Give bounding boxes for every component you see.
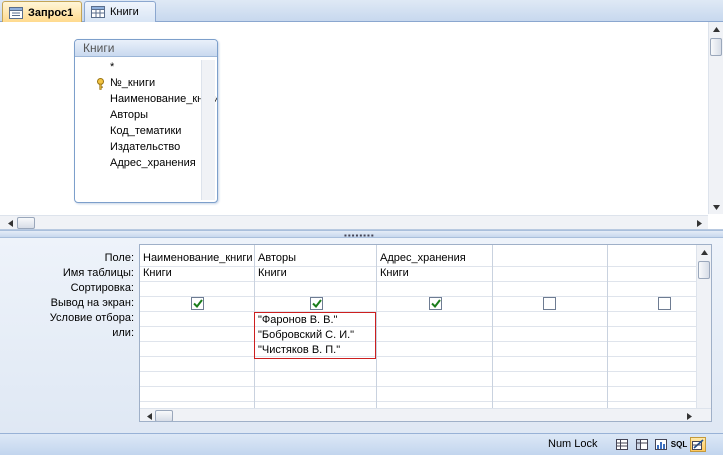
- checkmark-icon: [192, 299, 203, 308]
- show-checkbox[interactable]: [658, 297, 671, 310]
- primary-key-icon: [96, 78, 105, 93]
- query-grid-area: Поле: Имя таблицы: Сортировка: Вывод на …: [0, 238, 723, 433]
- grid-cell-field[interactable]: Авторы: [258, 251, 296, 266]
- scrollbar-thumb[interactable]: [17, 217, 35, 229]
- field-list-item-all[interactable]: *: [110, 59, 114, 75]
- design-view-icon: [692, 439, 704, 450]
- datasheet-view-icon: [616, 439, 628, 450]
- row-label-criteria: Условие отбора:: [49, 312, 134, 324]
- scrollbar-thumb[interactable]: [155, 410, 173, 421]
- grid-column-4[interactable]: [493, 245, 608, 408]
- pivot-chart-view-icon: [655, 439, 667, 450]
- row-label-sort: Сортировка:: [70, 282, 134, 294]
- scroll-down-icon[interactable]: [711, 202, 721, 212]
- grid-cell-table[interactable]: Книги: [143, 266, 172, 281]
- scroll-up-icon[interactable]: [699, 247, 709, 257]
- scroll-right-icon[interactable]: [694, 218, 704, 228]
- table-icon: [91, 6, 105, 18]
- criteria-highlight-box: [254, 312, 376, 359]
- field-list-item-book-number[interactable]: №_книги: [110, 75, 155, 91]
- grid-cell-field[interactable]: Адрес_хранения: [380, 251, 466, 266]
- design-area-vertical-scrollbar[interactable]: [708, 22, 723, 214]
- field-list-item-publisher[interactable]: Издательство: [110, 139, 180, 155]
- tab-books[interactable]: Книги: [84, 1, 156, 22]
- scroll-left-icon[interactable]: [5, 218, 15, 228]
- scrollbar-thumb[interactable]: [710, 38, 722, 56]
- grid-column-3[interactable]: Адрес_хранения Книги: [377, 245, 493, 408]
- pivot-table-view-icon: [636, 439, 648, 450]
- tab-query1[interactable]: Запрос1: [2, 1, 82, 23]
- document-tab-bar: Запрос1 Книги: [0, 0, 723, 23]
- row-label-table-name: Имя таблицы:: [62, 267, 134, 279]
- query-design-table-area: Книги * №_книги Наименование_книги Автор…: [0, 22, 723, 230]
- scrollbar-thumb[interactable]: [698, 261, 710, 279]
- scroll-up-icon[interactable]: [711, 24, 721, 34]
- num-lock-indicator: Num Lock: [548, 438, 598, 450]
- show-checkbox[interactable]: [543, 297, 556, 310]
- row-label-or: или:: [112, 327, 134, 339]
- checkmark-icon: [430, 299, 441, 308]
- field-list-books[interactable]: Книги * №_книги Наименование_книги Автор…: [74, 39, 218, 203]
- query-design-grid[interactable]: Наименование_книги Книги Авторы Книги "Ф…: [139, 244, 712, 422]
- grid-column-5[interactable]: [608, 245, 696, 408]
- grid-cell-field[interactable]: Наименование_книги: [143, 251, 253, 266]
- sql-view-icon: SQL: [670, 440, 688, 449]
- show-checkbox[interactable]: [191, 297, 204, 310]
- scroll-right-icon[interactable]: [684, 411, 694, 421]
- status-bar: Num Lock SQL: [0, 433, 723, 455]
- design-view-button[interactable]: [690, 437, 706, 452]
- datasheet-view-button[interactable]: [614, 437, 630, 452]
- pivot-chart-view-button[interactable]: [653, 437, 669, 452]
- pivot-table-view-button[interactable]: [634, 437, 650, 452]
- tab-books-label: Книги: [110, 6, 139, 18]
- show-checkbox[interactable]: [429, 297, 442, 310]
- row-label-field: Поле:: [104, 252, 134, 264]
- grid-horizontal-scrollbar[interactable]: [140, 408, 711, 421]
- field-list-item-storage-address[interactable]: Адрес_хранения: [110, 155, 196, 171]
- query-icon: [9, 6, 23, 19]
- field-list-title[interactable]: Книги: [75, 40, 217, 57]
- field-list-scrollbar[interactable]: [201, 60, 215, 200]
- scroll-left-icon[interactable]: [144, 411, 154, 421]
- design-area-horizontal-scrollbar[interactable]: [0, 215, 708, 229]
- row-label-show: Вывод на экран:: [50, 297, 134, 309]
- grid-vertical-scrollbar[interactable]: [696, 245, 711, 408]
- pane-splitter[interactable]: ▪▪▪▪▪▪▪▪: [0, 230, 723, 240]
- grid-cell-table[interactable]: Книги: [380, 266, 409, 281]
- grid-cell-table[interactable]: Книги: [258, 266, 287, 281]
- field-list-item-authors[interactable]: Авторы: [110, 107, 148, 123]
- checkmark-icon: [311, 299, 322, 308]
- grid-column-1[interactable]: Наименование_книги Книги: [140, 245, 255, 408]
- show-checkbox[interactable]: [310, 297, 323, 310]
- tab-query1-label: Запрос1: [28, 6, 74, 19]
- field-list-item-topic-code[interactable]: Код_тематики: [110, 123, 181, 139]
- sql-view-button[interactable]: SQL: [670, 437, 688, 452]
